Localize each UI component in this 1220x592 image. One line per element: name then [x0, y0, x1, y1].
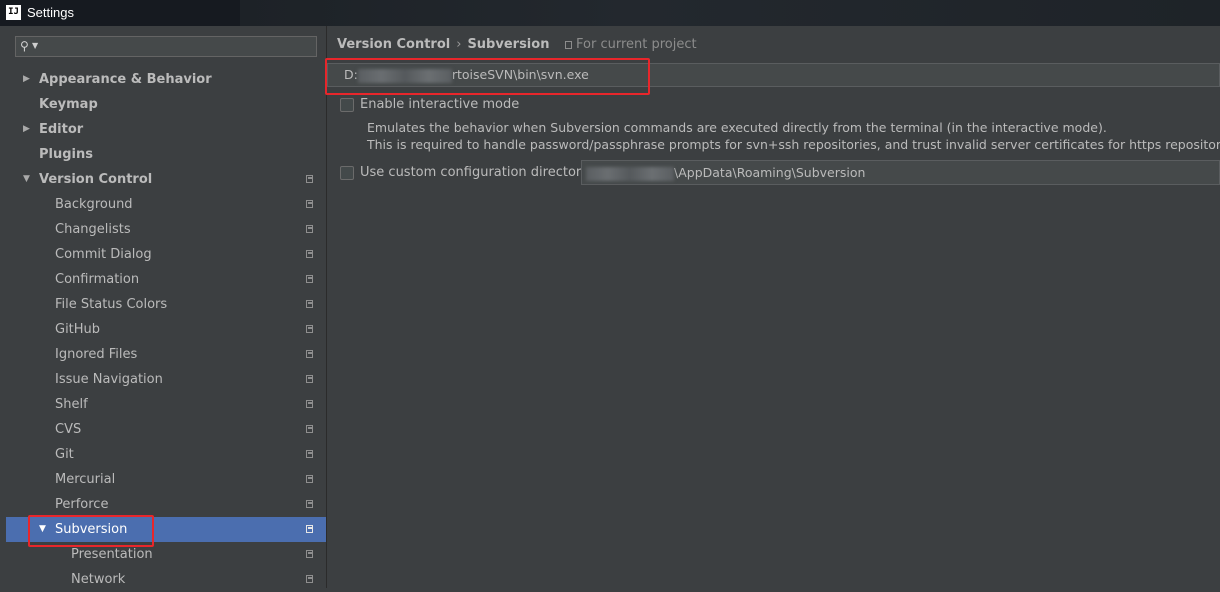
sidebar-item-label: Keymap [39, 97, 98, 112]
sidebar-item-label: Issue Navigation [55, 372, 163, 387]
sidebar-item-label: Network [71, 572, 126, 587]
project-scope-icon [306, 300, 313, 308]
scope-label: For current project [565, 37, 697, 52]
sidebar-item-label: Changelists [55, 222, 131, 237]
highlight-box-subversion [28, 515, 154, 547]
project-scope-icon [306, 425, 313, 433]
settings-content-panel: Version Control › Subversion For current p… [327, 26, 1220, 588]
interactive-mode-checkbox[interactable] [340, 98, 354, 112]
sidebar-item-version-control[interactable]: ▼ Version Control [6, 167, 326, 192]
chevron-down-icon: ▼ [32, 41, 39, 50]
custom-config-checkbox[interactable] [340, 166, 354, 180]
sidebar-item-label: CVS [55, 422, 82, 437]
project-scope-icon [306, 450, 313, 458]
project-scope-icon [565, 41, 572, 49]
config-path-suffix: \AppData\Roaming\Subversion [674, 165, 866, 180]
title-bar: IJ Settings [0, 0, 1220, 26]
sidebar-item-label: File Status Colors [55, 297, 168, 312]
sidebar-item-label: Shelf [55, 397, 88, 412]
sidebar-item-label: Git [55, 447, 74, 462]
custom-config-directory-field[interactable]: \AppData\Roaming\Subversion [581, 160, 1220, 185]
sidebar-item-plugins[interactable]: Plugins [6, 142, 326, 167]
project-scope-icon [306, 500, 313, 508]
search-icon: ⚲ [20, 39, 29, 53]
sidebar-item-editor[interactable]: ▶ Editor [6, 117, 326, 142]
custom-config-label[interactable]: Use custom configuration directory: [360, 165, 592, 180]
project-scope-icon [306, 375, 313, 383]
project-scope-icon [306, 200, 313, 208]
sidebar-item-perforce[interactable]: Perforce [6, 492, 326, 517]
project-scope-icon [306, 525, 313, 533]
sidebar-item-label: GitHub [55, 322, 101, 337]
sidebar-item-label: Confirmation [55, 272, 140, 287]
sidebar-item-label: Background [55, 197, 133, 212]
intellij-app-icon: IJ [6, 5, 21, 20]
sidebar-item-commit-dialog[interactable]: Commit Dialog [6, 242, 326, 267]
project-scope-icon [306, 275, 313, 283]
sidebar-item-issue-navigation[interactable]: Issue Navigation [6, 367, 326, 392]
sidebar-item-keymap[interactable]: Keymap [6, 92, 326, 117]
sidebar-item-label: Appearance & Behavior [39, 72, 212, 87]
project-scope-icon [306, 550, 313, 558]
window-title: Settings [27, 5, 74, 20]
background-ide-window [240, 0, 1220, 26]
sidebar-item-file-status-colors[interactable]: File Status Colors [6, 292, 326, 317]
project-scope-icon [306, 175, 313, 183]
sidebar-item-label: Commit Dialog [55, 247, 152, 262]
sidebar-item-appearance-behavior[interactable]: ▶ Appearance & Behavior [6, 67, 326, 92]
interactive-mode-label[interactable]: Enable interactive mode [360, 97, 519, 112]
project-scope-icon [306, 250, 313, 258]
sidebar-item-label: Plugins [39, 147, 93, 162]
sidebar-item-cvs[interactable]: CVS [6, 417, 326, 442]
expanded-arrow-icon[interactable]: ▼ [23, 167, 30, 192]
breadcrumb-parent[interactable]: Version Control [337, 37, 450, 52]
highlight-box-svn-path [325, 58, 650, 95]
project-scope-icon [306, 400, 313, 408]
sidebar-item-ignored-files[interactable]: Ignored Files [6, 342, 326, 367]
project-scope-icon [306, 225, 313, 233]
sidebar-item-label: Version Control [39, 172, 153, 187]
project-scope-icon [306, 475, 313, 483]
sidebar-item-github[interactable]: GitHub [6, 317, 326, 342]
settings-sidebar: ⚲ ▼ ▶ Appearance & Behavior Keymap ▶ Editor P… [0, 26, 327, 588]
sidebar-item-background[interactable]: Background [6, 192, 326, 217]
collapsed-arrow-icon[interactable]: ▶ [23, 67, 30, 92]
sidebar-item-git[interactable]: Git [6, 442, 326, 467]
sidebar-item-changelists[interactable]: Changelists [6, 217, 326, 242]
sidebar-item-shelf[interactable]: Shelf [6, 392, 326, 417]
sidebar-item-label: Perforce [55, 497, 109, 512]
sidebar-item-confirmation[interactable]: Confirmation [6, 267, 326, 292]
redacted-text [586, 166, 674, 181]
project-scope-icon [306, 350, 313, 358]
breadcrumb-separator: › [456, 37, 462, 52]
sidebar-item-label: Editor [39, 122, 84, 137]
breadcrumb: Version Control › Subversion [337, 37, 549, 52]
project-scope-icon [306, 575, 313, 583]
sidebar-item-mercurial[interactable]: Mercurial [6, 467, 326, 492]
project-scope-icon [306, 325, 313, 333]
interactive-mode-description-2: This is required to handle password/pass… [367, 137, 1220, 152]
sidebar-item-label: Mercurial [55, 472, 116, 487]
search-input[interactable]: ⚲ ▼ [15, 36, 317, 57]
breadcrumb-current: Subversion [467, 37, 550, 52]
sidebar-item-network[interactable]: Network [6, 567, 326, 592]
sidebar-item-label: Ignored Files [55, 347, 138, 362]
scope-text: For current project [576, 37, 697, 52]
collapsed-arrow-icon[interactable]: ▶ [23, 117, 30, 142]
interactive-mode-description-1: Emulates the behavior when Subversion co… [367, 120, 1107, 135]
